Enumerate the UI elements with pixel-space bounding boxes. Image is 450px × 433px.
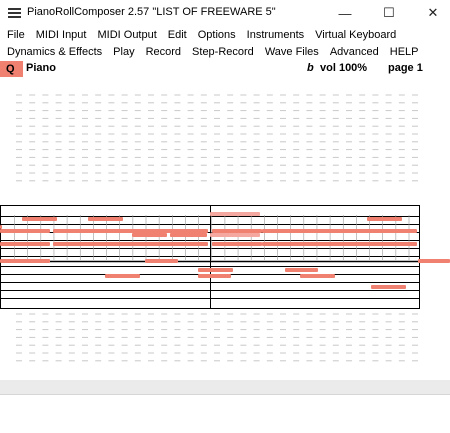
note[interactable] (0, 242, 50, 246)
note[interactable] (212, 242, 262, 246)
menu-help[interactable]: HELP (390, 46, 419, 58)
note[interactable] (198, 268, 233, 272)
note[interactable] (105, 274, 140, 278)
note[interactable] (418, 259, 450, 263)
menu-dynamics-effects[interactable]: Dynamics & Effects (7, 46, 102, 58)
note[interactable] (88, 217, 123, 221)
note[interactable] (300, 274, 335, 278)
note[interactable] (371, 285, 406, 289)
menu-virtual-keyboard[interactable]: Virtual Keyboard (315, 29, 396, 41)
menu-midi-output[interactable]: MIDI Output (97, 29, 156, 41)
menu-midi-input[interactable]: MIDI Input (36, 29, 87, 41)
note[interactable] (0, 225, 2, 229)
staff-lines (0, 205, 420, 309)
menu-bar-row-2: Dynamics & Effects Play Record Step-Reco… (0, 43, 450, 60)
maximize-icon[interactable]: ☐ (374, 0, 404, 26)
note[interactable] (132, 233, 167, 237)
menu-bar-row-1: File MIDI Input MIDI Output Edit Options… (0, 26, 450, 43)
title-bar: PianoRollComposer 2.57 "LIST OF FREEWARE… (0, 0, 450, 26)
menu-instruments[interactable]: Instruments (247, 29, 304, 41)
note[interactable] (262, 229, 417, 233)
key-signature-flat[interactable]: b (307, 62, 314, 74)
note[interactable] (0, 229, 50, 233)
divider (0, 394, 450, 395)
close-icon[interactable]: ✕ (418, 0, 448, 26)
note[interactable] (22, 217, 57, 221)
note[interactable] (367, 217, 402, 221)
note[interactable] (170, 233, 207, 237)
note[interactable] (285, 268, 318, 272)
note[interactable] (210, 233, 260, 237)
instrument-name[interactable]: Piano (26, 62, 56, 74)
menu-edit[interactable]: Edit (168, 29, 187, 41)
menu-play[interactable]: Play (113, 46, 134, 58)
hamburger-icon[interactable] (8, 8, 21, 18)
menu-wave-files[interactable]: Wave Files (265, 46, 319, 58)
window-title: PianoRollComposer 2.57 "LIST OF FREEWARE… (27, 6, 276, 18)
note[interactable] (0, 259, 50, 263)
page-indicator[interactable]: page 1 (388, 62, 423, 74)
note[interactable] (262, 242, 417, 246)
menu-advanced[interactable]: Advanced (330, 46, 379, 58)
menu-file[interactable]: File (7, 29, 25, 41)
note[interactable] (198, 274, 231, 278)
note[interactable] (53, 229, 208, 233)
volume-indicator[interactable]: vol 100% (320, 62, 367, 74)
piano-roll-score[interactable] (0, 78, 450, 378)
minimize-icon[interactable]: — (330, 0, 360, 26)
note[interactable] (212, 229, 262, 233)
note[interactable] (53, 242, 208, 246)
ledger-dashes (16, 94, 418, 362)
note[interactable] (145, 259, 178, 263)
quantize-button[interactable]: Q (0, 61, 23, 77)
menu-options[interactable]: Options (198, 29, 236, 41)
menu-record[interactable]: Record (146, 46, 181, 58)
track-header: Q Piano b vol 100% page 1 (0, 61, 450, 78)
menu-step-record[interactable]: Step-Record (192, 46, 254, 58)
horizontal-scrollbar[interactable] (0, 380, 450, 394)
note[interactable] (210, 212, 260, 216)
